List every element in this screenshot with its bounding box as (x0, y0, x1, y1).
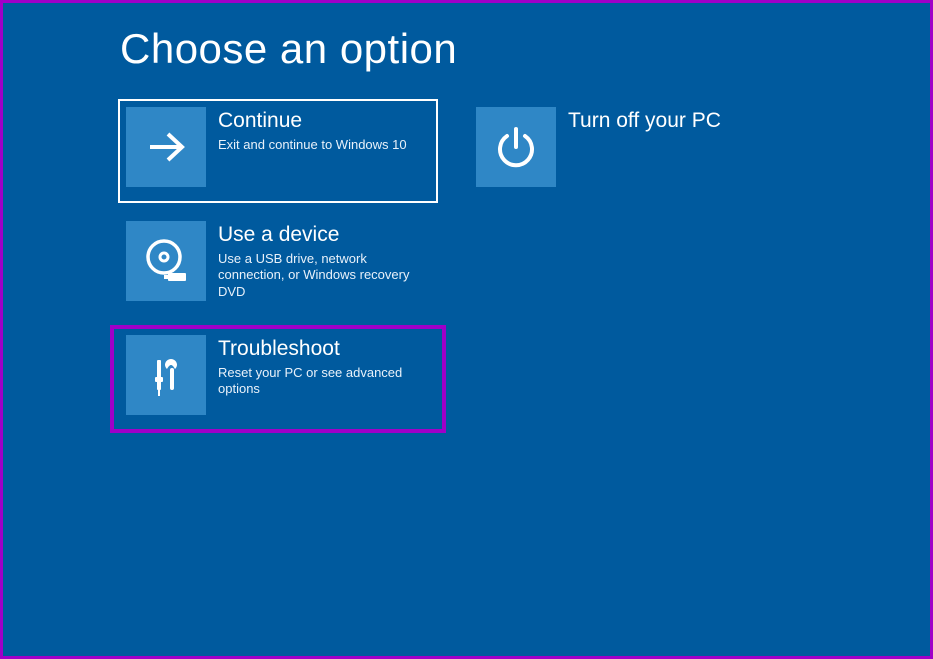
use-device-desc: Use a USB drive, network connection, or … (218, 251, 430, 300)
turn-off-tile[interactable]: Turn off your PC (468, 99, 788, 203)
continue-tile[interactable]: Continue Exit and continue to Windows 10 (118, 99, 438, 203)
use-device-tile[interactable]: Use a device Use a USB drive, network co… (118, 213, 438, 317)
turn-off-title: Turn off your PC (568, 109, 780, 133)
use-device-text: Use a device Use a USB drive, network co… (218, 221, 430, 300)
troubleshoot-desc: Reset your PC or see advanced options (218, 365, 430, 398)
troubleshoot-tile[interactable]: Troubleshoot Reset your PC or see advanc… (118, 327, 438, 431)
troubleshoot-title: Troubleshoot (218, 337, 430, 361)
arrow-right-icon (126, 107, 206, 187)
disc-usb-icon (126, 221, 206, 301)
page-title: Choose an option (120, 25, 930, 73)
turn-off-text: Turn off your PC (568, 107, 780, 137)
use-device-title: Use a device (218, 223, 430, 247)
options-column-right: Turn off your PC (468, 99, 788, 441)
power-icon (476, 107, 556, 187)
options-grid: Continue Exit and continue to Windows 10 (118, 99, 930, 441)
recovery-options-screen: Choose an option Continue Exit and conti… (3, 3, 930, 441)
continue-title: Continue (218, 109, 430, 133)
tools-icon (126, 335, 206, 415)
options-column-left: Continue Exit and continue to Windows 10 (118, 99, 438, 441)
troubleshoot-text: Troubleshoot Reset your PC or see advanc… (218, 335, 430, 398)
continue-desc: Exit and continue to Windows 10 (218, 137, 430, 153)
continue-text: Continue Exit and continue to Windows 10 (218, 107, 430, 153)
